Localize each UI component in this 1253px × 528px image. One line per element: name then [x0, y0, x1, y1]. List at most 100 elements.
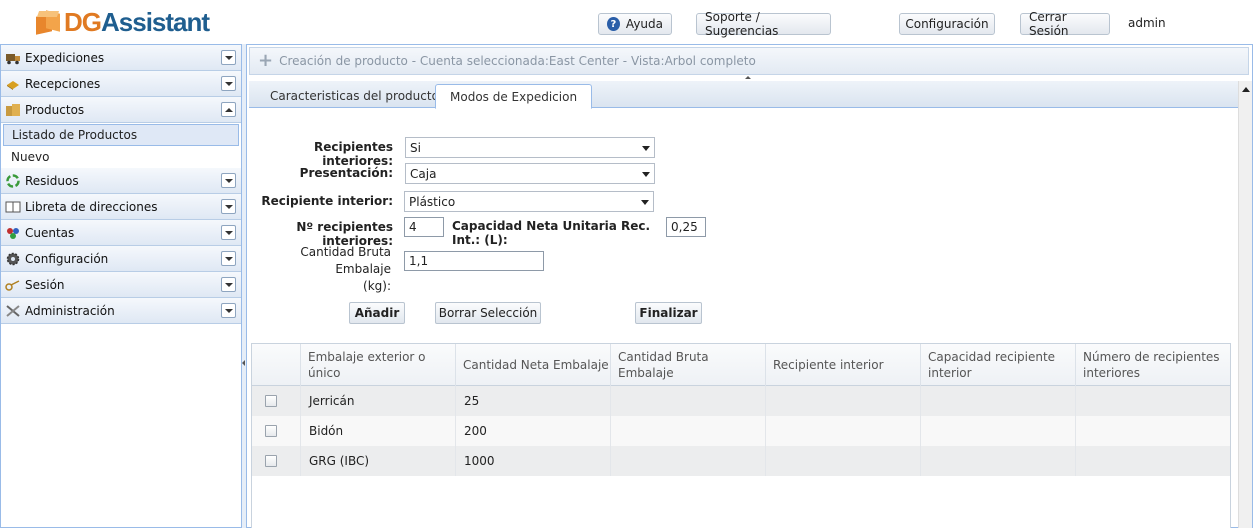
address-book-icon	[5, 200, 21, 214]
row-checkbox[interactable]	[265, 455, 277, 467]
recipiente-interior-select[interactable]: Plástico	[404, 191, 654, 212]
column-header-cantidad-neta[interactable]: Cantidad Neta Embalaje	[456, 344, 611, 386]
help-icon: ?	[607, 17, 620, 31]
row-checkbox[interactable]	[265, 425, 277, 437]
recycle-icon	[5, 173, 21, 188]
cell-cantidad-bruta	[611, 386, 766, 416]
column-header-num-recipientes[interactable]: Número de recipientes interiores	[1076, 344, 1230, 386]
row-checkbox[interactable]	[265, 395, 277, 407]
sidebar-item-administracion[interactable]: Administración	[1, 298, 241, 324]
expand-toggle-icon[interactable]	[221, 303, 236, 318]
row-checkbox-cell	[252, 416, 301, 446]
sidebar-item-expediciones[interactable]: Expediciones	[1, 45, 241, 71]
cantidad-bruta-label-line2: (kg):	[363, 279, 391, 293]
recipientes-interiores-select[interactable]: Si	[405, 137, 655, 158]
key-icon	[5, 278, 21, 292]
cell-embalaje: GRG (IBC)	[301, 446, 456, 476]
column-header-cantidad-bruta[interactable]: Cantidad Bruta Embalaje	[611, 344, 766, 386]
cell-cantidad-neta: 200	[456, 416, 611, 446]
add-button[interactable]: Añadir	[349, 302, 405, 324]
expand-toggle-icon[interactable]	[221, 251, 236, 266]
scroll-up-icon[interactable]	[1242, 87, 1250, 92]
column-header-recipiente-interior[interactable]: Recipiente interior	[766, 344, 921, 386]
cell-recipiente-interior	[766, 416, 921, 446]
table-row[interactable]: Bidón 200	[252, 416, 1230, 446]
presentacion-value: Caja	[410, 166, 437, 181]
cell-embalaje: Bidón	[301, 416, 456, 446]
cell-num-recipientes	[1076, 416, 1230, 446]
sidebar-item-label: Cuentas	[25, 225, 75, 240]
cantidad-bruta-label: Cantidad Bruta Embalaje (kg):	[249, 244, 391, 295]
recipientes-interiores-label: Recipientes interiores:	[313, 140, 393, 168]
chevron-down-icon	[641, 200, 649, 205]
help-button[interactable]: ? Ayuda	[598, 13, 672, 35]
sidebar: Expediciones Recepciones Productos Lista…	[0, 44, 242, 528]
recipiente-interior-value: Plástico	[409, 194, 456, 209]
plus-icon: +	[258, 50, 274, 71]
cell-cantidad-bruta	[611, 446, 766, 476]
gear-icon	[5, 252, 21, 266]
clear-selection-button[interactable]: Borrar Selección	[435, 302, 541, 324]
capacidad-neta-input[interactable]: 0,25	[666, 217, 706, 237]
logout-button[interactable]: Cerrar Sesión	[1020, 10, 1110, 38]
column-header-capacidad-recipiente[interactable]: Capacidad recipiente interior	[921, 344, 1076, 386]
cell-cantidad-bruta	[611, 416, 766, 446]
box-icon	[5, 77, 21, 91]
tools-icon	[5, 304, 21, 318]
cell-recipiente-interior	[766, 446, 921, 476]
sidebar-item-cuentas[interactable]: Cuentas	[1, 220, 241, 246]
expand-toggle-icon[interactable]	[221, 50, 236, 65]
logo-text-dg: DG	[64, 6, 102, 37]
expand-toggle-icon[interactable]	[221, 277, 236, 292]
cell-capacidad-recipiente	[921, 416, 1076, 446]
products-icon	[5, 103, 21, 117]
tab-modos-expedicion[interactable]: Modos de Expedicion	[435, 84, 593, 109]
breadcrumb-text: Creación de producto - Cuenta selecciona…	[279, 54, 756, 68]
sidebar-item-label: Residuos	[25, 173, 79, 188]
expand-toggle-icon[interactable]	[221, 76, 236, 91]
vertical-scrollbar[interactable]	[1238, 81, 1252, 528]
tab-caracteristicas-producto[interactable]: Caracteristicas del producto	[255, 84, 454, 108]
configuration-button[interactable]: Configuración	[899, 13, 995, 35]
sidebar-subitem-nuevo[interactable]: Nuevo	[1, 146, 241, 168]
row-checkbox-cell	[252, 386, 301, 416]
support-button[interactable]: Soporte / Sugerencias	[696, 10, 831, 38]
sidebar-item-recepciones[interactable]: Recepciones	[1, 71, 241, 97]
configuration-button-label: Configuración	[905, 17, 989, 31]
chevron-down-icon	[642, 172, 650, 177]
tab-bar: Caracteristicas del producto Modos de Ex…	[249, 81, 1249, 109]
sidebar-item-libreta-direcciones[interactable]: Libreta de direcciones	[1, 194, 241, 220]
num-recipientes-input[interactable]: 4	[404, 217, 444, 237]
username: admin	[1128, 16, 1166, 30]
collapse-header-icon[interactable]	[745, 76, 751, 79]
logo-box-icon	[36, 9, 62, 35]
sidebar-subitem-listado-productos[interactable]: Listado de Productos	[3, 124, 239, 146]
cell-cantidad-neta: 1000	[456, 446, 611, 476]
logout-button-label: Cerrar Sesión	[1029, 10, 1069, 38]
sidebar-item-productos[interactable]: Productos	[1, 97, 241, 123]
truck-icon	[5, 51, 21, 65]
presentacion-select[interactable]: Caja	[405, 163, 655, 184]
sidebar-item-residuos[interactable]: Residuos	[1, 168, 241, 194]
table-row[interactable]: Jerricán 25	[252, 386, 1230, 416]
packaging-table: Embalaje exterior o único Cantidad Neta …	[251, 343, 1231, 528]
sidebar-item-label: Recepciones	[25, 76, 101, 91]
sidebar-item-sesion[interactable]: Sesión	[1, 272, 241, 298]
finish-button[interactable]: Finalizar	[635, 302, 702, 324]
sidebar-item-label: Configuración	[25, 251, 109, 266]
column-header-embalaje[interactable]: Embalaje exterior o único	[301, 344, 456, 386]
expand-toggle-icon[interactable]	[221, 199, 236, 214]
expand-toggle-icon[interactable]	[221, 225, 236, 240]
cell-cantidad-neta: 25	[456, 386, 611, 416]
collapse-toggle-icon[interactable]	[221, 102, 236, 117]
recipientes-interiores-value: Si	[410, 140, 421, 155]
sidebar-item-configuracion[interactable]: Configuración	[1, 246, 241, 272]
users-icon	[5, 226, 21, 240]
expand-toggle-icon[interactable]	[221, 173, 236, 188]
support-button-label: Soporte / Sugerencias	[705, 10, 779, 38]
breadcrumb: + Creación de producto - Cuenta seleccio…	[249, 47, 1249, 75]
cantidad-bruta-input[interactable]: 1,1	[404, 251, 544, 271]
collapse-sidebar-icon[interactable]	[242, 360, 245, 366]
app-logo[interactable]: DG Assistant	[36, 6, 210, 38]
table-row[interactable]: GRG (IBC) 1000	[252, 446, 1230, 476]
